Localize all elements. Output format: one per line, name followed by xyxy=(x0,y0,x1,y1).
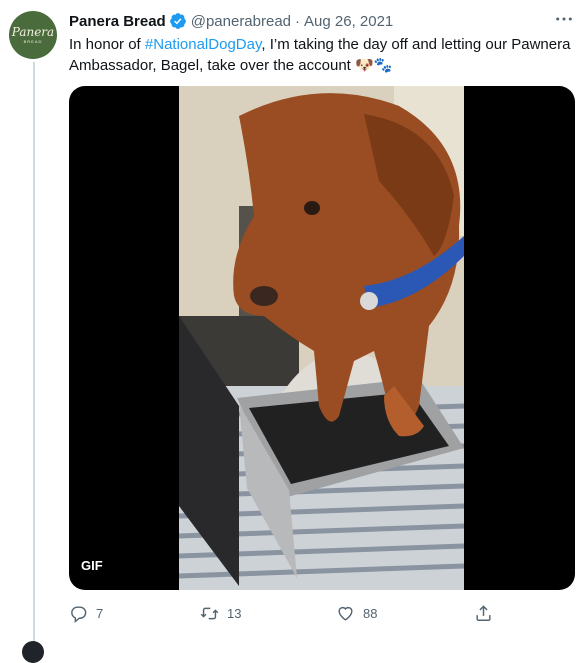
header-separator: · xyxy=(295,12,301,30)
reply-icon xyxy=(71,605,87,623)
reply-button[interactable]: 7 xyxy=(69,598,103,628)
gif-media[interactable]: GIF xyxy=(69,86,575,590)
like-button[interactable]: 88 xyxy=(336,598,377,628)
tweet-header: Panera Bread @panerabread · Aug 26, 2021 xyxy=(69,10,393,32)
dog-paw-emoji: 🐶🐾 xyxy=(355,57,393,74)
avatar-logo-subtext: BREAD xyxy=(23,39,43,44)
thread-line xyxy=(33,62,35,647)
hashtag-link[interactable]: #NationalDogDay xyxy=(145,36,261,53)
author-handle[interactable]: @panerabread xyxy=(191,13,291,30)
heart-icon xyxy=(338,606,353,621)
author-name[interactable]: Panera Bread xyxy=(69,13,166,30)
share-icon xyxy=(476,604,491,621)
tweet-text: In honor of #NationalDogDay, I’m taking … xyxy=(69,34,574,76)
retweet-count: 13 xyxy=(227,605,242,621)
gif-frame-image xyxy=(179,86,464,590)
avatar-logo-text: Panera xyxy=(11,25,55,39)
tweet-text-intro: In honor of xyxy=(69,36,145,53)
next-tweet-avatar[interactable] xyxy=(22,641,44,663)
gif-badge: GIF xyxy=(81,558,103,573)
tweet-date[interactable]: Aug 26, 2021 xyxy=(304,13,393,30)
share-button[interactable] xyxy=(474,598,493,628)
avatar[interactable]: Panera BREAD xyxy=(9,11,57,59)
retweet-icon xyxy=(200,607,219,619)
retweet-button[interactable]: 13 xyxy=(200,598,241,628)
reply-count: 7 xyxy=(96,605,104,621)
more-options-icon[interactable] xyxy=(553,8,575,30)
tweet-actions: 7 13 88 xyxy=(69,598,575,628)
like-count: 88 xyxy=(363,605,378,621)
verified-badge-icon xyxy=(169,12,187,30)
